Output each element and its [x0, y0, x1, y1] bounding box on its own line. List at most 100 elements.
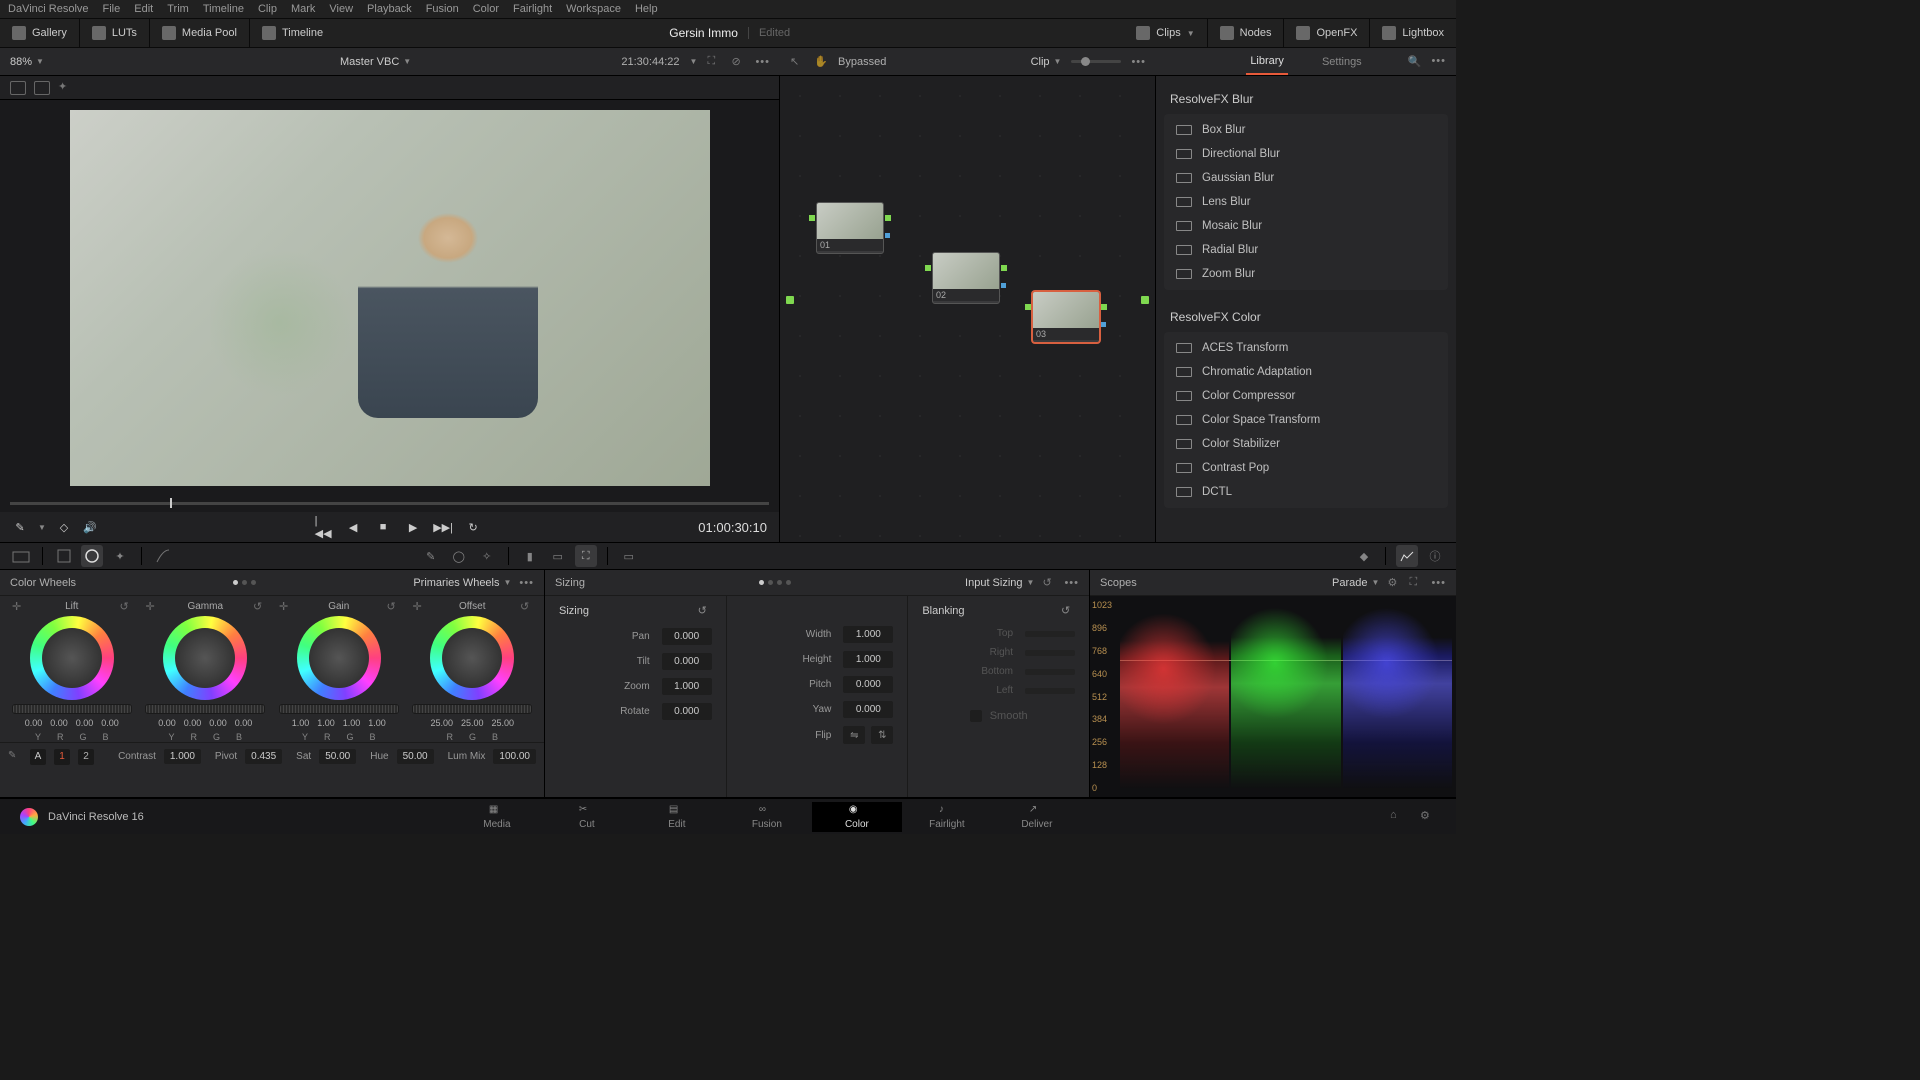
wheel-value[interactable]: 25.00	[430, 718, 453, 728]
mediapool-button[interactable]: Media Pool	[150, 19, 250, 47]
offset-wheel[interactable]	[430, 616, 514, 700]
hdr-icon[interactable]: ✦	[109, 545, 131, 567]
height-value[interactable]: 1.000	[843, 651, 893, 668]
nodes-scope-dropdown[interactable]: Clip▼	[1031, 56, 1062, 68]
rotate-value[interactable]: 0.000	[662, 703, 712, 720]
nodes-menu-icon[interactable]: •••	[1131, 56, 1146, 68]
wheels-icon[interactable]	[81, 545, 103, 567]
fx-item[interactable]: Gaussian Blur	[1164, 166, 1448, 190]
page-fairlight[interactable]: ♪ Fairlight	[902, 802, 992, 832]
menu-clip[interactable]: Clip	[258, 3, 277, 15]
menu-fusion[interactable]: Fusion	[426, 3, 459, 15]
camera-raw-icon[interactable]	[10, 545, 32, 567]
library-menu-icon[interactable]: •••	[1431, 55, 1446, 69]
tab-library[interactable]: Library	[1246, 49, 1288, 75]
picker-icon[interactable]: ✛	[12, 600, 24, 612]
wheels-mode-dropdown[interactable]: Primaries Wheels▼	[413, 577, 511, 589]
clips-button[interactable]: Clips▼	[1124, 19, 1207, 47]
page-media[interactable]: ▦ Media	[452, 802, 542, 832]
pan-value[interactable]: 0.000	[662, 628, 712, 645]
wheel-value[interactable]: 1.00	[343, 718, 361, 728]
nodes-button[interactable]: Nodes	[1208, 19, 1285, 47]
viewer-source-dropdown[interactable]: Master VBC▼	[340, 56, 411, 68]
hue-value[interactable]: 50.00	[397, 749, 434, 764]
fx-item[interactable]: Directional Blur	[1164, 142, 1448, 166]
scopes-menu-icon[interactable]: •••	[1431, 577, 1446, 589]
page-deliver[interactable]: ↗ Deliver	[992, 802, 1082, 832]
contrast-value[interactable]: 1.000	[164, 749, 201, 764]
wheel-value[interactable]: 0.00	[101, 718, 119, 728]
wheel-value[interactable]: 0.00	[50, 718, 68, 728]
graph-output[interactable]	[1141, 296, 1149, 304]
settings-icon[interactable]: ⚙	[1420, 809, 1436, 825]
menu-help[interactable]: Help	[635, 3, 658, 15]
bypass-icon[interactable]: ⊘	[731, 55, 745, 69]
smooth-checkbox[interactable]	[970, 710, 982, 722]
menu-file[interactable]: File	[103, 3, 121, 15]
wheel-value[interactable]: 0.00	[235, 718, 253, 728]
bypass-label[interactable]: Bypassed	[838, 56, 886, 68]
info-icon[interactable]: ⓘ	[1424, 545, 1446, 567]
sizing-mode-dropdown[interactable]: Input Sizing▼	[965, 577, 1034, 589]
fx-item[interactable]: Mosaic Blur	[1164, 214, 1448, 238]
auto-icon[interactable]: ✎	[8, 750, 22, 764]
scopes-toggle-icon[interactable]	[1396, 545, 1418, 567]
home-icon[interactable]: ⌂	[1390, 809, 1406, 825]
gamma-wheel[interactable]	[163, 616, 247, 700]
single-view-icon[interactable]	[10, 81, 26, 95]
menu-playback[interactable]: Playback	[367, 3, 412, 15]
timeline-button[interactable]: Timeline	[250, 19, 335, 47]
sizing-col-reset-icon[interactable]: ↺	[698, 604, 712, 618]
flip-v-button[interactable]: ⇅	[871, 726, 893, 744]
graph-input[interactable]	[786, 296, 794, 304]
tilt-value[interactable]: 0.000	[662, 653, 712, 670]
lift-wheel[interactable]	[30, 616, 114, 700]
fx-item[interactable]: Zoom Blur	[1164, 262, 1448, 286]
sizing-icon[interactable]: ⛶	[575, 545, 597, 567]
picker-icon[interactable]: ✛	[279, 600, 291, 612]
fx-item[interactable]: Color Space Transform	[1164, 408, 1448, 432]
gamma-jog[interactable]	[145, 704, 265, 714]
reset-icon[interactable]: ↺	[120, 600, 132, 612]
menu-color[interactable]: Color	[473, 3, 499, 15]
pivot-value[interactable]: 0.435	[245, 749, 282, 764]
wheel-value[interactable]: 25.00	[492, 718, 515, 728]
fx-item[interactable]: Chromatic Adaptation	[1164, 360, 1448, 384]
scopes-mode-dropdown[interactable]: Parade▼	[1332, 577, 1379, 589]
timecode[interactable]: 01:00:30:10	[698, 520, 767, 535]
first-frame-button[interactable]: |◀◀	[315, 519, 331, 535]
3d-icon[interactable]: ▭	[618, 545, 640, 567]
sizing-reset-icon[interactable]: ↺	[1042, 576, 1056, 590]
fx-item[interactable]: Color Compressor	[1164, 384, 1448, 408]
lightbox-button[interactable]: Lightbox	[1370, 19, 1456, 47]
adj-page-1[interactable]: 1	[54, 749, 70, 765]
wheel-value[interactable]: 1.00	[317, 718, 335, 728]
gain-jog[interactable]	[279, 704, 399, 714]
fx-item[interactable]: Color Stabilizer	[1164, 432, 1448, 456]
node-01[interactable]: 01	[816, 202, 884, 254]
prev-frame-button[interactable]: ◀	[345, 519, 361, 535]
node-zoom-slider[interactable]	[1071, 60, 1121, 63]
wand-icon[interactable]: ✦	[58, 80, 74, 96]
expand-icon[interactable]: ⛶	[707, 55, 721, 69]
adj-page-a[interactable]: A	[30, 749, 46, 765]
qualifier-icon[interactable]: ✎	[420, 545, 442, 567]
page-cut[interactable]: ✂ Cut	[542, 802, 632, 832]
menu-workspace[interactable]: Workspace	[566, 3, 621, 15]
last-frame-button[interactable]: ▶▶|	[435, 519, 451, 535]
wheel-value[interactable]: 0.00	[25, 718, 43, 728]
stop-button[interactable]: ■	[375, 519, 391, 535]
openfx-button[interactable]: OpenFX	[1284, 19, 1370, 47]
lift-jog[interactable]	[12, 704, 132, 714]
curves-icon[interactable]	[152, 545, 174, 567]
viewer-menu-icon[interactable]: •••	[755, 56, 770, 68]
sat-value[interactable]: 50.00	[319, 749, 356, 764]
color-match-icon[interactable]	[53, 545, 75, 567]
adj-page-2[interactable]: 2	[78, 749, 94, 765]
page-fusion[interactable]: ∞ Fusion	[722, 802, 812, 832]
reset-icon[interactable]: ↺	[387, 600, 399, 612]
menu-edit[interactable]: Edit	[134, 3, 153, 15]
yaw-value[interactable]: 0.000	[843, 701, 893, 718]
page-edit[interactable]: ▤ Edit	[632, 802, 722, 832]
audio-icon[interactable]: 🔊	[82, 519, 98, 535]
